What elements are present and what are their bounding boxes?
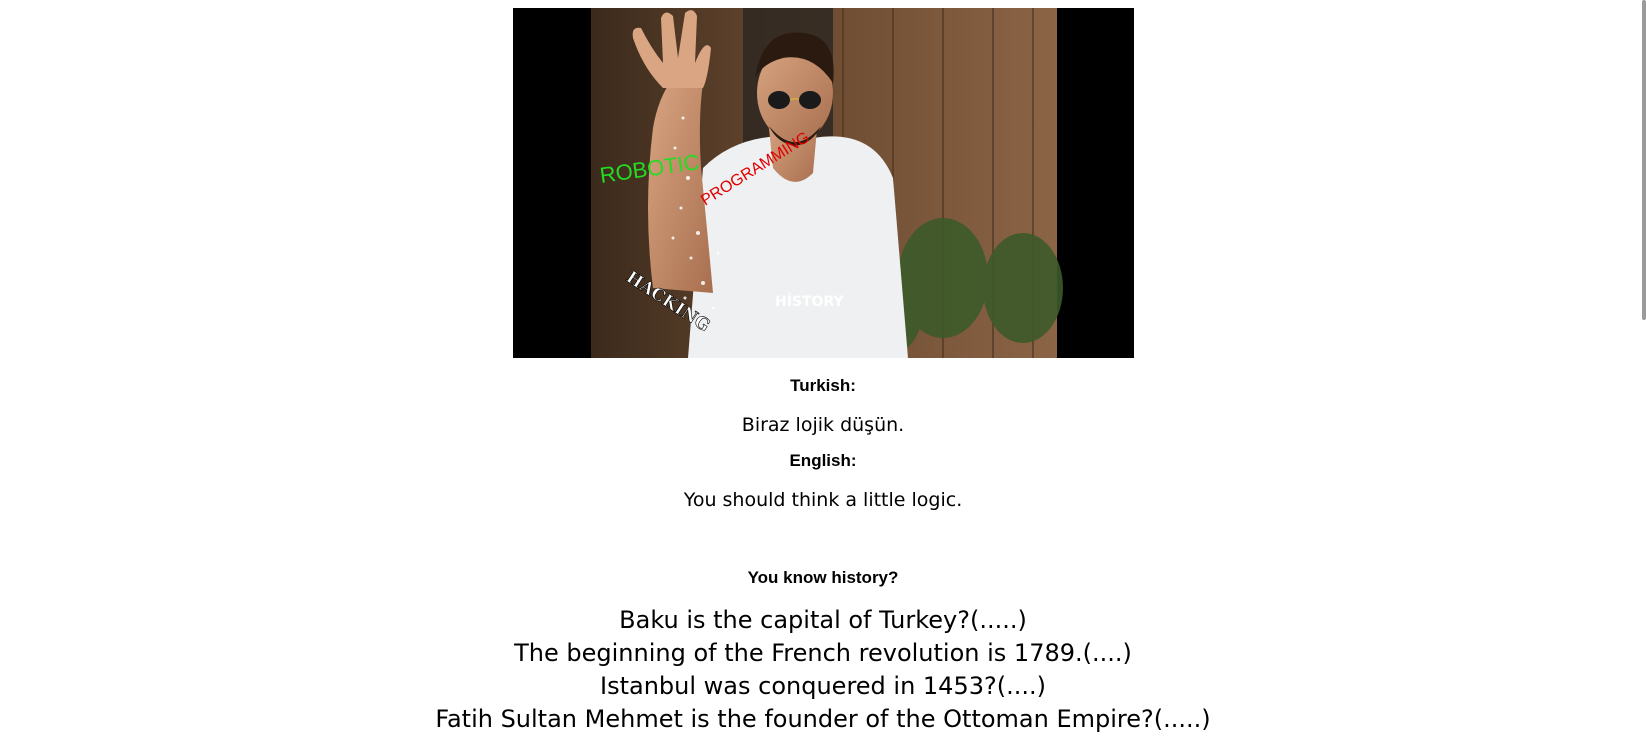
quiz-question: The beginning of the French revolution i… [514, 639, 1132, 667]
meme-image: ROBOTIC PROGRAMMING HACKING HİSTORY [513, 8, 1134, 358]
quiz-question: Fatih Sultan Mehmet is the founder of th… [435, 705, 1211, 733]
page-scrollbar[interactable] [1640, 0, 1646, 737]
page: ROBOTIC PROGRAMMING HACKING HİSTORY Turk… [0, 0, 1646, 737]
quiz-question: Baku is the capital of Turkey?(.....) [619, 606, 1027, 634]
turkish-heading: Turkish: [790, 376, 856, 395]
quiz-heading: You know history? [747, 568, 899, 587]
scrollbar-thumb[interactable] [1642, 0, 1646, 320]
meme-illustration: ROBOTIC PROGRAMMING HACKING HİSTORY [591, 8, 1063, 358]
turkish-text: Biraz lojik düşün. [741, 414, 905, 436]
english-text: You should think a little logic. [683, 489, 963, 511]
overlay-word-history: HİSTORY [775, 293, 844, 310]
english-heading: English: [789, 451, 857, 470]
quiz-question: Istanbul was conquered in 1453?(....) [600, 672, 1046, 700]
